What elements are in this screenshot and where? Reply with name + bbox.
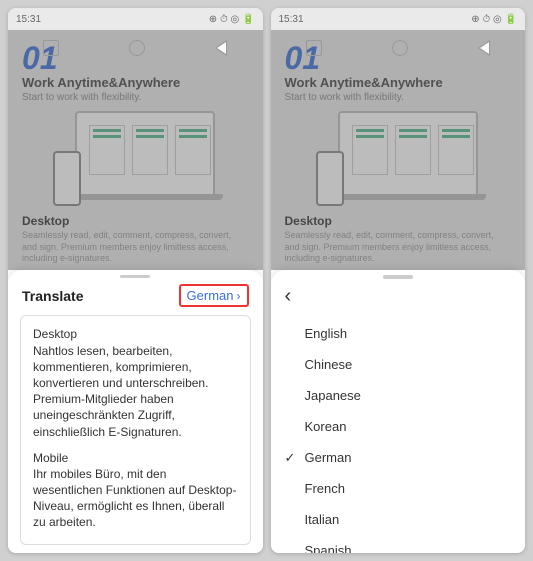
translation-paragraph: MobileIhr mobiles Büro, mit den wesentli… (33, 450, 238, 531)
chevron-right-icon: › (237, 289, 241, 303)
language-option[interactable]: French (271, 473, 526, 504)
drag-handle[interactable] (120, 275, 150, 278)
back-button[interactable] (478, 40, 490, 56)
back-button[interactable] (215, 40, 227, 56)
language-option[interactable]: English (271, 318, 526, 349)
language-list[interactable]: English Chinese Japanese Korean ✓ German Frenc… (271, 316, 526, 553)
scrim (271, 30, 526, 270)
status-icons: ⊕ ⏱ ◎ 🔋 (471, 14, 517, 25)
status-time: 15:31 (279, 14, 304, 25)
drag-handle[interactable] (383, 275, 413, 279)
home-button[interactable] (392, 40, 408, 56)
check-icon: ✓ (285, 450, 296, 466)
status-bar: 15:31 ⊕ ⏱ ◎ 🔋 (8, 8, 263, 30)
language-selector[interactable]: German › (179, 284, 249, 307)
phone-left: 15:31 ⊕ ⏱ ◎ 🔋 01 Work Anytime&Anywhere S… (8, 8, 263, 553)
back-icon[interactable]: ‹ (271, 283, 306, 316)
language-label: German (305, 450, 352, 465)
translation-box[interactable]: DesktopNahtlos lesen, bearbeiten, kommen… (20, 315, 251, 545)
language-option[interactable]: Korean (271, 411, 526, 442)
sheet-title: Translate (22, 288, 83, 304)
language-label: Spanish (305, 543, 352, 553)
language-option[interactable]: Japanese (271, 380, 526, 411)
recent-apps-button[interactable] (306, 40, 322, 56)
status-bar: 15:31 ⊕ ⏱ ◎ 🔋 (271, 8, 526, 30)
recent-apps-button[interactable] (43, 40, 59, 56)
selected-language-label: German (187, 288, 234, 303)
language-option[interactable]: Italian (271, 504, 526, 535)
language-label: Japanese (305, 388, 361, 403)
language-label: Korean (305, 419, 347, 434)
language-label: Italian (305, 512, 340, 527)
language-label: Chinese (305, 357, 353, 372)
language-option[interactable]: ✓ German (271, 442, 526, 473)
translation-paragraph: DesktopNahtlos lesen, bearbeiten, kommen… (33, 326, 238, 439)
language-label: French (305, 481, 345, 496)
sheet-header: Translate German › (8, 282, 263, 315)
scrim (8, 30, 263, 270)
translation-paragraph: CloudMühelos Dateien und E-Unterschrifte… (33, 541, 238, 545)
status-time: 15:31 (16, 14, 41, 25)
status-icons: ⊕ ⏱ ◎ 🔋 (209, 14, 255, 25)
language-option[interactable]: Chinese (271, 349, 526, 380)
language-label: English (305, 326, 348, 341)
language-sheet: ‹ English Chinese Japanese Korean ✓ German Fre… (271, 270, 526, 553)
language-option[interactable]: Spanish (271, 535, 526, 553)
translate-sheet: Translate German › DesktopNahtlos lesen,… (8, 270, 263, 553)
home-button[interactable] (129, 40, 145, 56)
phone-right: 15:31 ⊕ ⏱ ◎ 🔋 01 Work Anytime&Anywhere S… (271, 8, 526, 553)
